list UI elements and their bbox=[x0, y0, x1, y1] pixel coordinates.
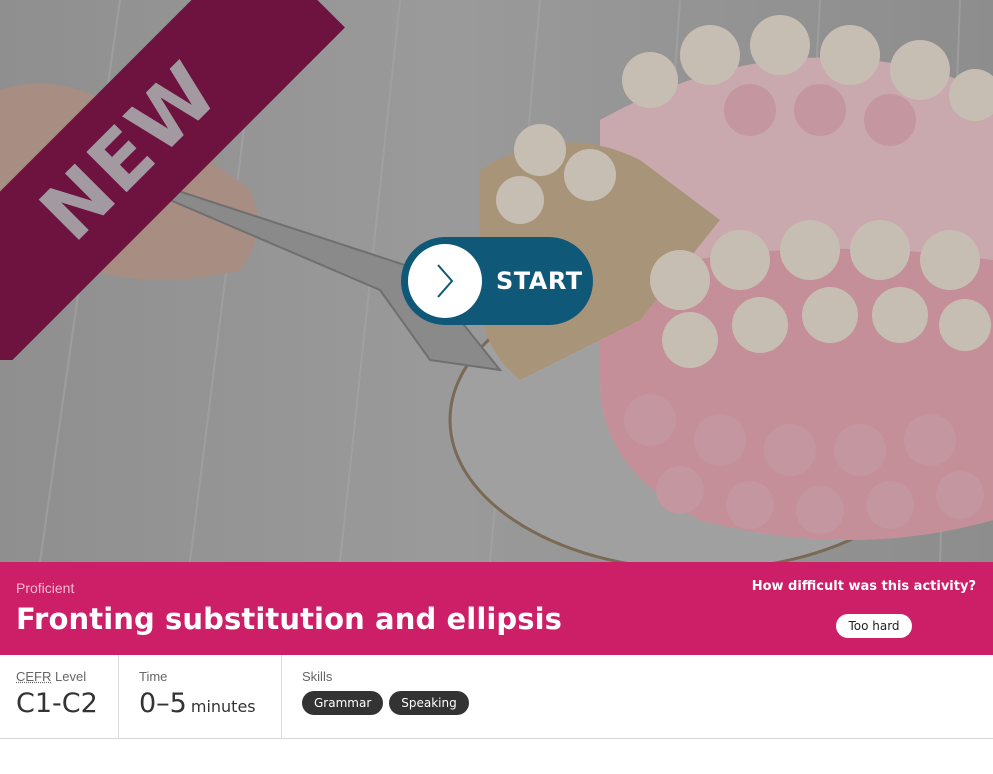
time-unit: minutes bbox=[190, 697, 256, 716]
start-label: START bbox=[496, 267, 583, 295]
cefr-value: C1-C2 bbox=[16, 688, 98, 719]
level-label: Proficient bbox=[16, 580, 75, 596]
new-label: NEW bbox=[23, 45, 237, 259]
skill-tag-speaking[interactable]: Speaking bbox=[389, 691, 469, 715]
difficulty-question: How difficult was this activity? bbox=[751, 579, 976, 594]
page-title: Fronting substitution and ellipsis bbox=[16, 602, 563, 636]
cefr-label-suffix: Level bbox=[51, 669, 87, 684]
skills-tags: Grammar Speaking bbox=[302, 691, 993, 715]
start-circle bbox=[408, 244, 482, 318]
cefr-abbr: CEFR bbox=[16, 669, 52, 684]
hero-image: NEW START bbox=[0, 0, 993, 562]
cefr-label: CEFR Level bbox=[16, 669, 118, 684]
chevron-right-icon bbox=[437, 264, 454, 298]
activity-header: Proficient Fronting substitution and ell… bbox=[0, 562, 993, 655]
time-label: Time bbox=[139, 669, 168, 684]
skill-tag-grammar[interactable]: Grammar bbox=[302, 691, 384, 715]
start-button[interactable]: START bbox=[401, 237, 593, 325]
cefr-cell: CEFR Level C1-C2 bbox=[0, 655, 119, 739]
time-value-row: 0–5 minutes bbox=[139, 688, 281, 719]
too-hard-button[interactable]: Too hard bbox=[836, 614, 912, 638]
new-ribbon: NEW bbox=[0, 0, 360, 360]
skills-cell: Skills Grammar Speaking bbox=[282, 655, 993, 739]
time-value: 0–5 bbox=[139, 688, 187, 719]
activity-details: CEFR Level C1-C2 Time 0–5 minutes Skills … bbox=[0, 655, 993, 739]
skills-label: Skills bbox=[302, 669, 333, 684]
ribbon-band: NEW bbox=[0, 0, 345, 360]
time-cell: Time 0–5 minutes bbox=[119, 655, 282, 739]
